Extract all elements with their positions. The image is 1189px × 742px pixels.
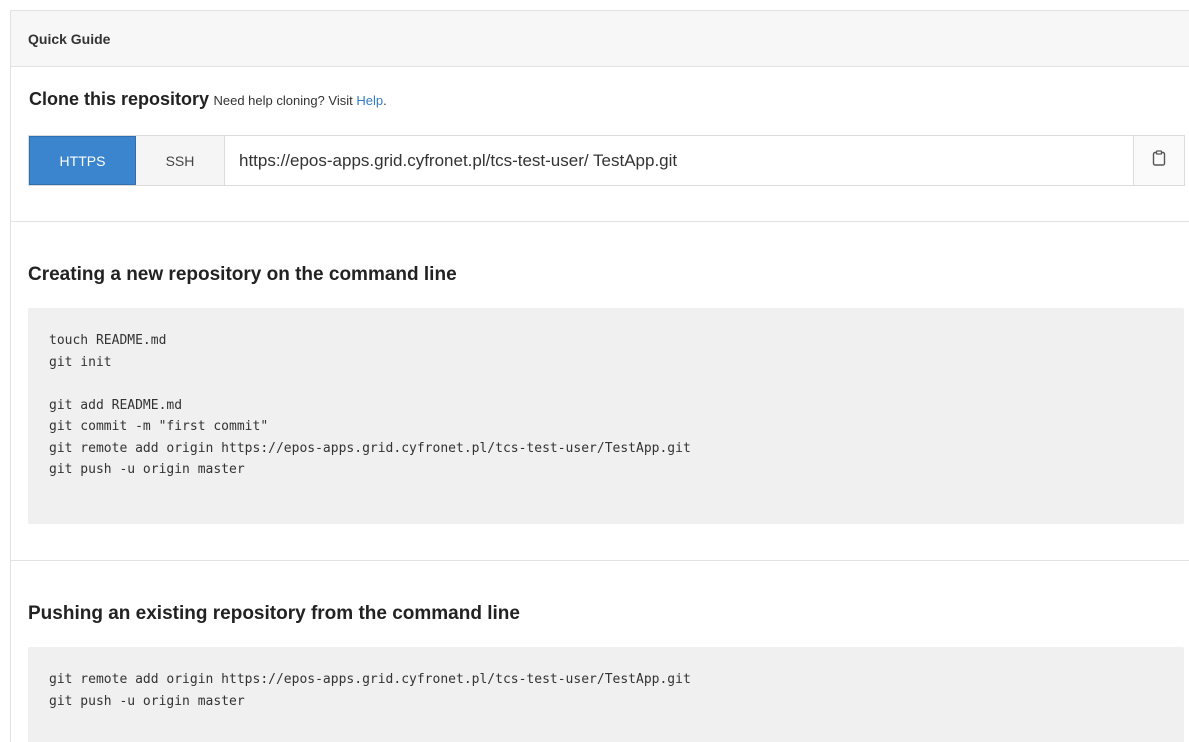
code-line: git commit -m "first commit": [49, 419, 269, 434]
code-line: git push -u origin master: [49, 462, 245, 477]
clone-help-text: Need help cloning? Visit Help.: [213, 93, 386, 108]
clone-title-row: Clone this repository Need help cloning?…: [29, 89, 387, 110]
code-line: git init: [49, 354, 112, 370]
ssh-button[interactable]: SSH: [136, 136, 225, 185]
code-line: git push -u origin master: [49, 693, 245, 709]
clone-title: Clone this repository: [29, 89, 210, 109]
code-line: git remote add origin https://epos-apps.…: [49, 440, 691, 456]
code-line: touch README.md: [49, 333, 167, 348]
push-repo-code[interactable]: git remote add origin https://epos-apps.…: [28, 647, 1184, 742]
copy-url-button[interactable]: [1133, 136, 1184, 185]
clone-help-suffix: .: [383, 93, 387, 108]
create-repo-section: Creating a new repository on the command…: [11, 222, 1189, 561]
push-repo-title: Pushing an existing repository from the …: [28, 603, 520, 624]
help-link[interactable]: Help: [356, 93, 383, 108]
code-line: git add README.md: [49, 397, 183, 413]
create-repo-title: Creating a new repository on the command…: [28, 264, 457, 285]
push-repo-section: Pushing an existing repository from the …: [11, 561, 1189, 742]
quick-guide-panel: Quick Guide Clone this repository Need h…: [10, 10, 1189, 742]
clone-section: Clone this repository Need help cloning?…: [11, 67, 1189, 222]
panel-heading: Quick Guide: [11, 11, 1189, 67]
code-line: git remote add origin https://epos-apps.…: [49, 672, 691, 687]
https-button[interactable]: HTTPS: [29, 136, 136, 185]
clipboard-icon: [1152, 150, 1166, 171]
clone-url-group: HTTPS SSH: [28, 135, 1185, 186]
clone-url-input[interactable]: [225, 136, 1133, 185]
create-repo-code[interactable]: touch README.md git init git add README.…: [28, 308, 1184, 524]
clone-help-prefix: Need help cloning? Visit: [213, 93, 353, 108]
